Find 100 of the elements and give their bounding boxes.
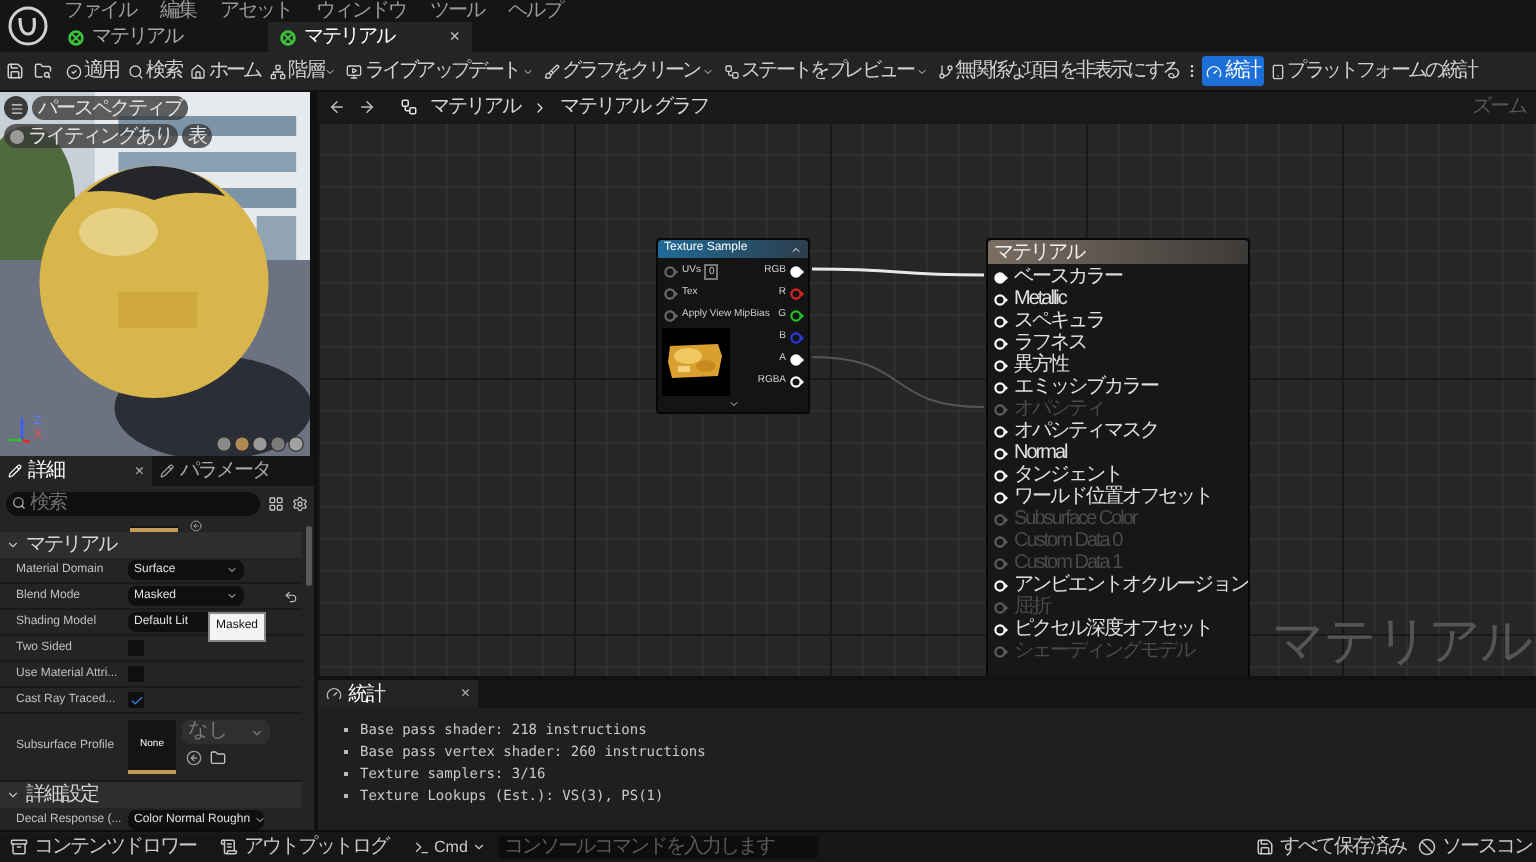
tab-label: マテリアル xyxy=(92,26,182,48)
section-header[interactable]: 詳細設定 xyxy=(0,782,302,808)
chevron-icon xyxy=(532,99,548,115)
chevron-icon xyxy=(915,65,928,77)
search-icon xyxy=(128,63,145,79)
terminal-icon xyxy=(414,839,430,855)
home-icon xyxy=(190,63,207,79)
expand-icon xyxy=(727,398,739,410)
menu-item[interactable]: ウィンドウ xyxy=(316,0,406,22)
nodes-icon xyxy=(723,63,740,79)
menu-item[interactable]: ツール xyxy=(430,0,484,22)
input-pin-icon[interactable] xyxy=(664,265,678,277)
node-title: マテリアル xyxy=(994,241,1084,263)
folder-icon xyxy=(210,750,226,766)
close-button[interactable]: × xyxy=(134,463,144,479)
tab-label: 統計 xyxy=(348,683,384,705)
branch-icon xyxy=(937,63,954,79)
status-button[interactable]: コンテンツドロワー xyxy=(4,836,202,858)
check-icon xyxy=(66,63,82,79)
save-icon xyxy=(6,62,24,80)
brush-icon xyxy=(543,63,560,79)
asset-thumbnail[interactable] xyxy=(130,526,178,532)
pin-label: Normal xyxy=(1014,442,1067,464)
view-button[interactable]: パースペクティブ xyxy=(32,96,188,120)
pin-label: Metallic xyxy=(1014,288,1066,310)
prohibited-icon xyxy=(1418,838,1436,856)
menu-icon xyxy=(9,101,23,115)
material-icon xyxy=(68,29,84,45)
toolbar-button[interactable]: 適用 xyxy=(62,56,123,86)
toolbar-button[interactable]: ライブアップデート xyxy=(342,56,538,86)
material-icon xyxy=(280,29,296,45)
pencil-icon xyxy=(8,464,22,478)
menu-item[interactable]: ファイル xyxy=(64,0,136,22)
breadcrumb-item[interactable]: マテリアル xyxy=(430,96,520,118)
chevron-icon xyxy=(471,840,486,854)
pin-label: 異方性 xyxy=(1014,354,1068,376)
output-pin-icon[interactable] xyxy=(790,309,804,321)
graph-icon xyxy=(400,98,418,116)
monitor-icon xyxy=(346,63,363,79)
chevron-icon xyxy=(226,590,238,602)
toolbar-button[interactable]: 無関係な項目を非表示にする xyxy=(933,56,1183,86)
panel-tab[interactable]: 統計 × xyxy=(318,680,478,708)
toolbar-button[interactable]: 階層 xyxy=(266,56,341,86)
search-field[interactable]: 検索 xyxy=(6,491,260,515)
close-button[interactable]: × xyxy=(449,28,460,46)
status-button[interactable]: すべて保存済み xyxy=(1256,836,1406,858)
pin-label: ピクセル深度オフセット xyxy=(1014,618,1212,640)
tab-label: 詳細 xyxy=(28,460,64,482)
menu-item[interactable]: 編集 xyxy=(160,0,196,22)
view-button[interactable]: ライティングあり xyxy=(4,124,178,148)
grid-icon xyxy=(268,495,284,511)
toolbar-button[interactable]: ホーム xyxy=(186,56,265,86)
toolbar-button[interactable]: 統計 xyxy=(1202,56,1264,86)
back-icon xyxy=(328,98,346,116)
zoom-label: ズーム xyxy=(1472,96,1526,118)
chevron-icon xyxy=(521,65,534,77)
chevron-icon xyxy=(250,725,264,739)
toolbar-button[interactable]: ステートをプレビュー xyxy=(719,56,932,86)
document-tab[interactable]: マテリアル xyxy=(56,22,260,52)
pin-label: ベースカラー xyxy=(1014,266,1122,288)
document-tab[interactable]: マテリアル × xyxy=(268,22,472,52)
status-button[interactable]: アウトプットログ xyxy=(214,836,394,858)
pin-label: ワールド位置オフセット xyxy=(1014,486,1212,508)
console-input[interactable]: コンソールコマンドを入力します xyxy=(497,836,818,858)
close-button[interactable]: × xyxy=(460,686,470,702)
input-pin-icon[interactable] xyxy=(664,287,678,299)
graph-title: マテリアル xyxy=(1272,612,1532,668)
reset-icon xyxy=(283,589,297,603)
section-title: 詳細設定 xyxy=(26,784,98,806)
circle-arrow-icon xyxy=(190,520,202,532)
collapse-icon xyxy=(790,243,802,255)
browse-icon xyxy=(34,62,52,80)
pin-label: ラフネス xyxy=(1014,332,1086,354)
section-header[interactable]: マテリアル xyxy=(0,532,302,558)
chevron-icon xyxy=(226,564,238,576)
panel-tab[interactable]: 詳細 × xyxy=(0,456,152,486)
phone-icon xyxy=(1269,63,1286,79)
checkbox[interactable] xyxy=(128,692,144,708)
breadcrumb-item[interactable]: マテリアル グラフ xyxy=(560,96,708,118)
toolbar-button[interactable]: グラフをクリーン xyxy=(539,56,718,86)
gauge-icon xyxy=(326,686,342,702)
status-button[interactable]: ソースコン xyxy=(1418,836,1532,858)
cmd-dropdown[interactable]: Cmd xyxy=(406,835,486,859)
chevron-icon xyxy=(324,65,337,77)
forward-icon xyxy=(358,98,376,116)
pin-label: エミッシブカラー xyxy=(1014,376,1158,398)
drawer-icon xyxy=(10,838,28,856)
lighting-icon xyxy=(10,129,24,143)
gauge-icon xyxy=(1206,63,1223,79)
log-icon xyxy=(220,838,238,856)
chevron-icon xyxy=(701,65,714,77)
chevron-icon xyxy=(6,788,20,802)
logo-icon[interactable] xyxy=(8,6,48,46)
hierarchy-icon xyxy=(270,63,287,79)
menu-item[interactable]: アセット xyxy=(220,0,292,22)
toolbar-button[interactable]: プラットフォームの統計 xyxy=(1265,56,1481,86)
pin-label: タンジェント xyxy=(1014,464,1122,486)
toolbar-button[interactable]: 検索 xyxy=(124,56,185,86)
tab-label: パラメータ xyxy=(180,460,270,482)
input-pin-icon[interactable] xyxy=(664,309,678,321)
